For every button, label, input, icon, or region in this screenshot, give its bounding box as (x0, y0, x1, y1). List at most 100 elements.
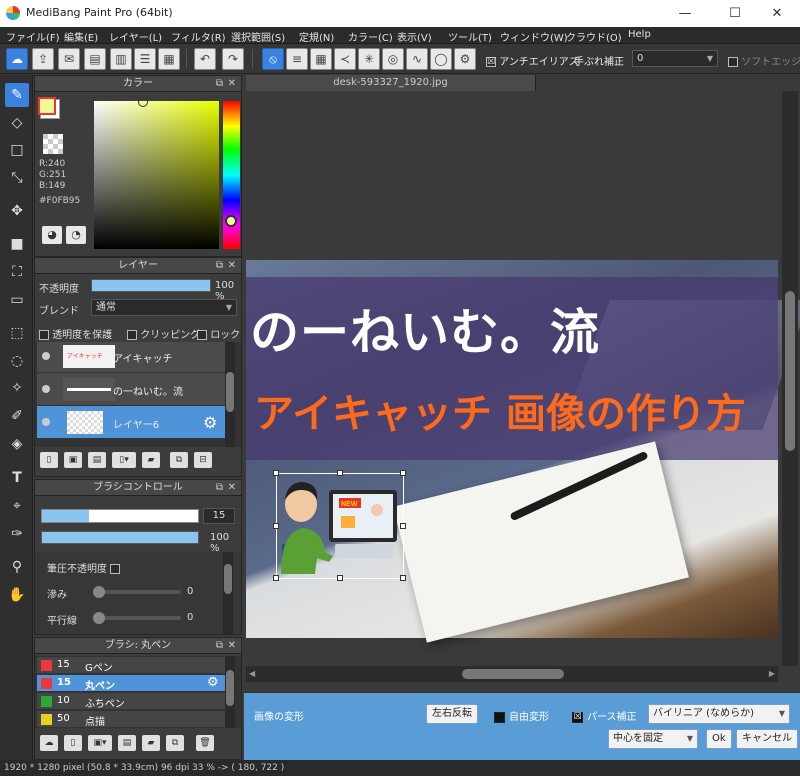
list-icon[interactable]: ☰ (134, 48, 156, 70)
upload-icon[interactable]: ⇪ (32, 48, 54, 70)
circle-snap-icon[interactable]: ◎ (382, 48, 404, 70)
menu-layer[interactable]: レイヤー(L) (109, 29, 162, 44)
radial-snap-icon[interactable]: ✳ (358, 48, 380, 70)
brush-size-slider[interactable] (41, 509, 199, 523)
hue-cursor[interactable] (225, 215, 237, 227)
resize-handle[interactable] (400, 523, 406, 529)
brush-item[interactable]: 50 点描 (37, 711, 225, 728)
foreground-color-swatch[interactable] (38, 97, 56, 115)
ok-button[interactable]: Ok (706, 729, 732, 749)
document-tab[interactable]: desk-593327_1920.jpg (246, 75, 536, 91)
close-icon[interactable]: ✕ (228, 638, 236, 654)
brush-tool-icon[interactable]: ✎ (5, 83, 29, 107)
horizontal-scrollbar[interactable]: ◀ ▶ (246, 666, 778, 682)
float-icon[interactable]: ⧉ (216, 638, 223, 654)
brush-item-selected[interactable]: 15 丸ペン ⚙ (37, 675, 225, 692)
lasso-tool-icon[interactable]: ◌ (5, 349, 29, 373)
resize-handle[interactable] (273, 575, 279, 581)
interpolation-select[interactable]: バイリニア (なめらか) ▼ (648, 704, 790, 724)
layer-scroll-thumb[interactable] (226, 372, 234, 412)
maximize-button[interactable]: ☐ (712, 0, 758, 27)
flip-horizontal-button[interactable]: 左右反転 (426, 704, 478, 724)
cancel-button[interactable]: キャンセル (736, 729, 798, 749)
gradient-tool-icon[interactable]: ▭ (5, 288, 29, 312)
fill-rect-icon[interactable]: ■ (5, 232, 29, 256)
close-icon[interactable]: ✕ (228, 76, 236, 92)
menu-edit[interactable]: 編集(E) (64, 29, 98, 44)
parallel-slider-thumb[interactable] (93, 612, 105, 624)
clipping-checkbox[interactable] (127, 330, 137, 340)
brush-control-scroll-thumb[interactable] (224, 564, 232, 594)
menu-filter[interactable]: フィルタ(R) (171, 29, 226, 44)
transparent-color-swatch[interactable] (43, 134, 63, 154)
menu-help[interactable]: Help (628, 29, 651, 40)
brush-item[interactable]: 15 Gペン (37, 657, 225, 674)
eye-icon[interactable] (42, 352, 50, 360)
layer-opacity-slider[interactable] (91, 279, 211, 292)
select-pen-tool-icon[interactable]: ✐ (5, 404, 29, 428)
resize-handle[interactable] (400, 470, 406, 476)
divide-tool-icon[interactable]: ✑ (5, 522, 29, 546)
lock-toggle[interactable]: ロック (197, 326, 240, 341)
brush-folder-icon[interactable]: ▰ (142, 735, 160, 751)
antialias-checkbox[interactable]: ☒ (486, 57, 496, 67)
blend-select[interactable]: 通常 ▼ (91, 299, 237, 316)
brush-size-input[interactable]: 15 (203, 508, 235, 524)
operation-tool-icon[interactable]: ⌖ (5, 494, 29, 518)
lock-checkbox[interactable] (197, 330, 207, 340)
menu-tool[interactable]: ツール(T) (448, 29, 492, 44)
brush-opacity-slider[interactable] (41, 531, 199, 544)
new-layer-icon[interactable]: ▯ (40, 452, 58, 468)
perspective-checkbox[interactable]: ☒ (572, 711, 583, 723)
curve-snap-icon[interactable]: ∿ (406, 48, 428, 70)
stabilizer-select[interactable]: 0 ▼ (632, 50, 718, 67)
eraser-tool-icon[interactable]: ◇ (5, 111, 29, 135)
scroll-left-icon[interactable]: ◀ (249, 669, 255, 678)
layer-row-selected[interactable]: レイヤー6 ⚙ (37, 406, 225, 439)
brush-delete-icon[interactable]: 🗑 (196, 735, 214, 751)
chat-icon[interactable]: ▤ (84, 48, 106, 70)
move-tool-icon[interactable]: ✥ (5, 199, 29, 223)
close-button[interactable]: ✕ (754, 0, 800, 27)
menu-ruler[interactable]: 定規(N) (299, 29, 334, 44)
menu-selection[interactable]: 選択範囲(S) (231, 29, 285, 44)
brush-list-scroll-thumb[interactable] (226, 670, 234, 706)
vertical-scrollbar[interactable] (782, 91, 798, 666)
clipping-toggle[interactable]: クリッピング (127, 326, 200, 341)
vanishing-snap-icon[interactable]: ≺ (334, 48, 356, 70)
transform-selection[interactable]: NEW (273, 470, 406, 581)
brush-list-scrollbar[interactable] (225, 656, 235, 728)
cross-snap-icon[interactable]: ▦ (310, 48, 332, 70)
magic-wand-icon[interactable]: ✧ (5, 376, 29, 400)
bucket-tool-icon[interactable]: ⛶ (5, 260, 29, 284)
dot-tool-icon[interactable]: □ (5, 138, 29, 162)
pressure-opacity-toggle[interactable]: 筆圧不透明度 (47, 560, 121, 575)
free-transform-toggle[interactable]: 自由変形 (494, 708, 549, 723)
select-rect-icon[interactable]: ⬚ (5, 321, 29, 345)
canvas[interactable]: のーねいむ。流 アイキャッチ 画像の作り方 NEW (246, 260, 800, 643)
brush-duplicate-icon[interactable]: ⧉ (166, 735, 184, 751)
brush-item[interactable]: 10 ふちペン (37, 693, 225, 710)
add-layer-menu-icon[interactable]: ▯▾ (112, 452, 136, 468)
close-icon[interactable]: ✕ (228, 480, 236, 496)
brush-control-scrollbar[interactable] (223, 552, 233, 634)
protect-alpha-checkbox[interactable] (39, 330, 49, 340)
duplicate-layer-icon[interactable]: ⧉ (170, 452, 188, 468)
menu-view[interactable]: 表示(V) (397, 29, 432, 44)
new-halftone-layer-icon[interactable]: ▣ (64, 452, 82, 468)
redo-icon[interactable]: ↷ (222, 48, 244, 70)
hue-slider[interactable] (223, 101, 240, 249)
gear-icon[interactable]: ⚙ (203, 413, 217, 432)
softedge-checkbox[interactable] (728, 57, 738, 67)
comment-icon[interactable]: ✉ (58, 48, 80, 70)
menu-file[interactable]: ファイル(F) (6, 29, 60, 44)
page-icon[interactable]: ▥ (110, 48, 132, 70)
menu-cloud[interactable]: クラウド(O) (566, 29, 622, 44)
minimize-button[interactable]: — (662, 0, 708, 27)
brush-settings-icon[interactable]: ▤ (118, 735, 136, 751)
grid-icon[interactable]: ▦ (158, 48, 180, 70)
new-brush-icon[interactable]: ▯ (64, 735, 82, 751)
pressure-opacity-checkbox[interactable] (110, 564, 121, 574)
hand-tool-icon[interactable]: ✋ (5, 583, 29, 607)
eyedropper-tool-icon[interactable]: ⚲ (5, 555, 29, 579)
